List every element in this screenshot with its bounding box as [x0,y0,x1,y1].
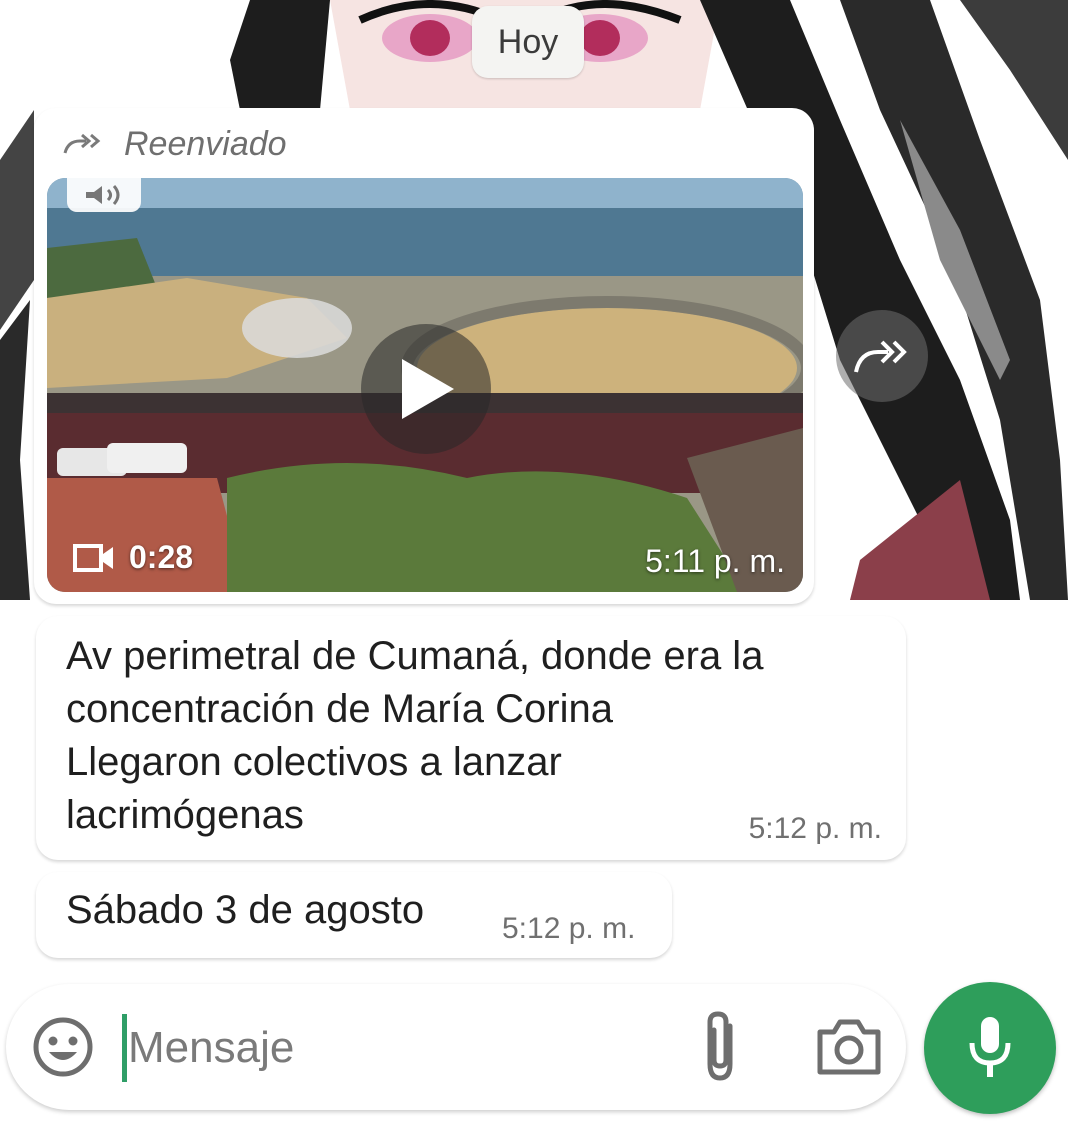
video-message-bubble[interactable]: Reenviado 0:28 5:11 p. m. [34,108,814,604]
forward-button[interactable] [836,310,928,402]
message-input[interactable] [128,1018,648,1078]
message-time: 5:11 p. m. [645,543,785,579]
microphone-icon [969,1017,1011,1077]
forward-icon [854,340,907,373]
message-text: Av perimetral de Cumaná, donde era la co… [66,634,764,837]
video-duration-label: 0:28 [129,539,194,575]
message-time: 5:12 p. m. [748,812,882,845]
text-cursor [122,1014,127,1082]
message-time: 5:12 p. m. [502,912,636,945]
forwarded-label: Reenviado [124,124,287,163]
forwarded-icon [63,133,101,154]
paperclip-icon[interactable] [696,1008,746,1086]
video-camera-icon [73,543,113,572]
sound-toggle[interactable] [67,178,141,212]
message-composer [6,984,906,1110]
text-message-bubble[interactable]: Sábado 3 de agosto 5:12 p. m. [36,872,672,958]
emoji-icon[interactable] [30,1014,96,1080]
video-duration: 0:28 [73,539,193,576]
voice-message-button[interactable] [924,982,1056,1114]
play-icon [402,359,454,419]
message-text: Sábado 3 de agosto [66,888,425,932]
sound-icon [86,185,120,205]
play-button[interactable] [361,324,491,454]
video-thumbnail[interactable]: 0:28 5:11 p. m. [47,178,803,592]
camera-icon[interactable] [814,1014,884,1080]
forwarded-header: Reenviado [62,124,287,164]
date-chip: Hoy [472,6,584,78]
text-message-bubble[interactable]: Av perimetral de Cumaná, donde era la co… [36,616,906,860]
